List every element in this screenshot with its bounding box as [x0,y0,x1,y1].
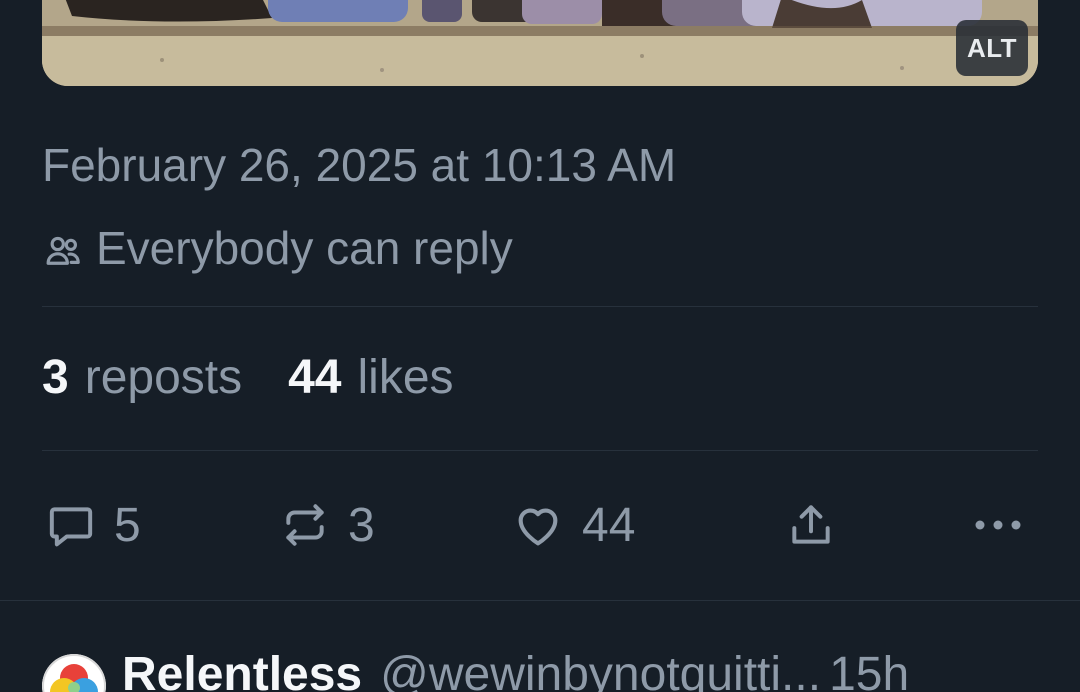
more-icon [975,520,1021,530]
reposts-count[interactable]: 3 [42,350,69,405]
post-timestamp: February 26, 2025 at 10:13 AM [42,139,677,191]
avatar-image [42,654,106,692]
divider [42,306,1038,307]
repost-button[interactable]: 3 [280,490,375,560]
repost-icon [286,504,324,546]
like-count: 44 [582,498,636,552]
people-icon [46,236,80,265]
reply-setting: Everybody can reply [42,218,513,278]
reply-count: 5 [114,498,141,552]
reply-button[interactable]: 5 [46,490,141,560]
reply-post-header[interactable]: Relentless @wewinbynotquitti... 15h [42,644,909,692]
reply-author-handle[interactable]: @wewinbynotquitti... [380,647,821,692]
likes-label[interactable]: likes [358,350,454,405]
reply-time: 15h [829,647,910,692]
more-options-button[interactable] [972,490,1024,560]
photo-content [42,0,1038,86]
post-image[interactable]: ALT [42,0,1038,86]
share-button[interactable] [786,490,836,560]
reposts-label[interactable]: reposts [85,350,242,405]
alt-text-button[interactable]: ALT [956,20,1028,76]
repost-count: 3 [348,498,375,552]
divider [0,600,1080,601]
avatar[interactable] [42,654,106,692]
post-action-bar: 5 3 44 [0,490,1080,560]
share-icon [792,505,830,544]
reply-setting-label: Everybody can reply [96,222,513,274]
post-stats: 3 reposts 44 likes [42,350,454,405]
like-button[interactable]: 44 [512,490,635,560]
heart-icon [518,508,558,546]
reply-author-name[interactable]: Relentless [122,647,362,692]
likes-count[interactable]: 44 [288,350,341,405]
reply-icon [49,507,93,547]
post-thread-view: ALT February 26, 2025 at 10:13 AM Everyb… [0,0,1080,692]
divider [42,450,1038,451]
